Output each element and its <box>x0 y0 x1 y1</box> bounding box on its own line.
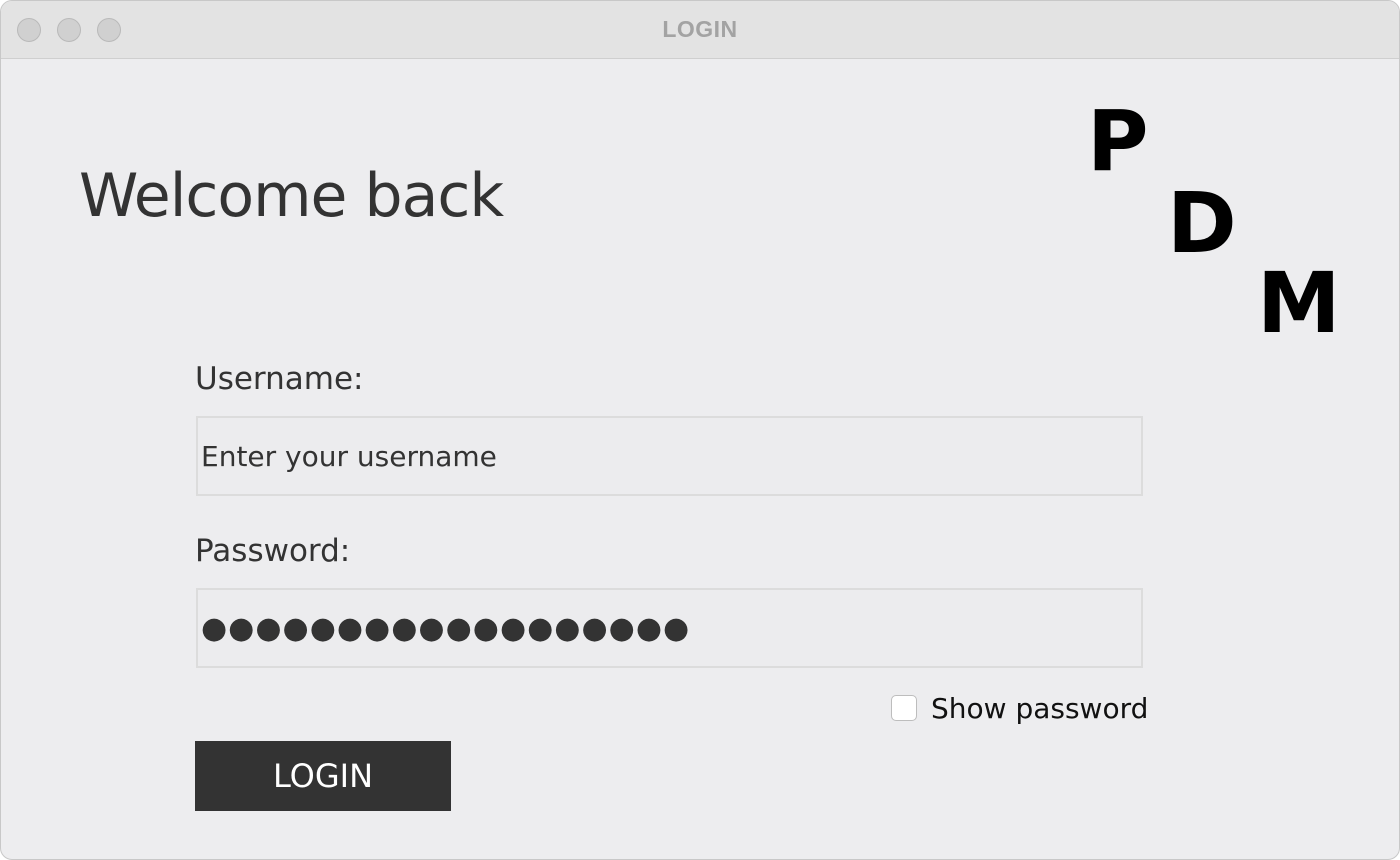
password-label: Password: <box>195 533 351 569</box>
login-window: LOGIN Welcome back P D M Username: Passw… <box>0 0 1400 860</box>
show-password-checkbox[interactable] <box>891 695 917 721</box>
show-password-label[interactable]: Show password <box>931 692 1148 725</box>
welcome-heading: Welcome back <box>79 161 504 231</box>
logo-letter-d: D <box>1167 174 1237 272</box>
logo-letter-m: M <box>1257 254 1341 352</box>
username-input[interactable] <box>196 416 1143 496</box>
password-input[interactable] <box>196 588 1143 668</box>
username-label: Username: <box>195 361 364 397</box>
window-title: LOGIN <box>662 16 738 42</box>
login-button[interactable]: LOGIN <box>195 741 451 811</box>
show-password-toggle[interactable]: Show password <box>891 691 1148 725</box>
title-bar: LOGIN <box>1 1 1399 59</box>
logo-letter-p: P <box>1087 92 1149 190</box>
